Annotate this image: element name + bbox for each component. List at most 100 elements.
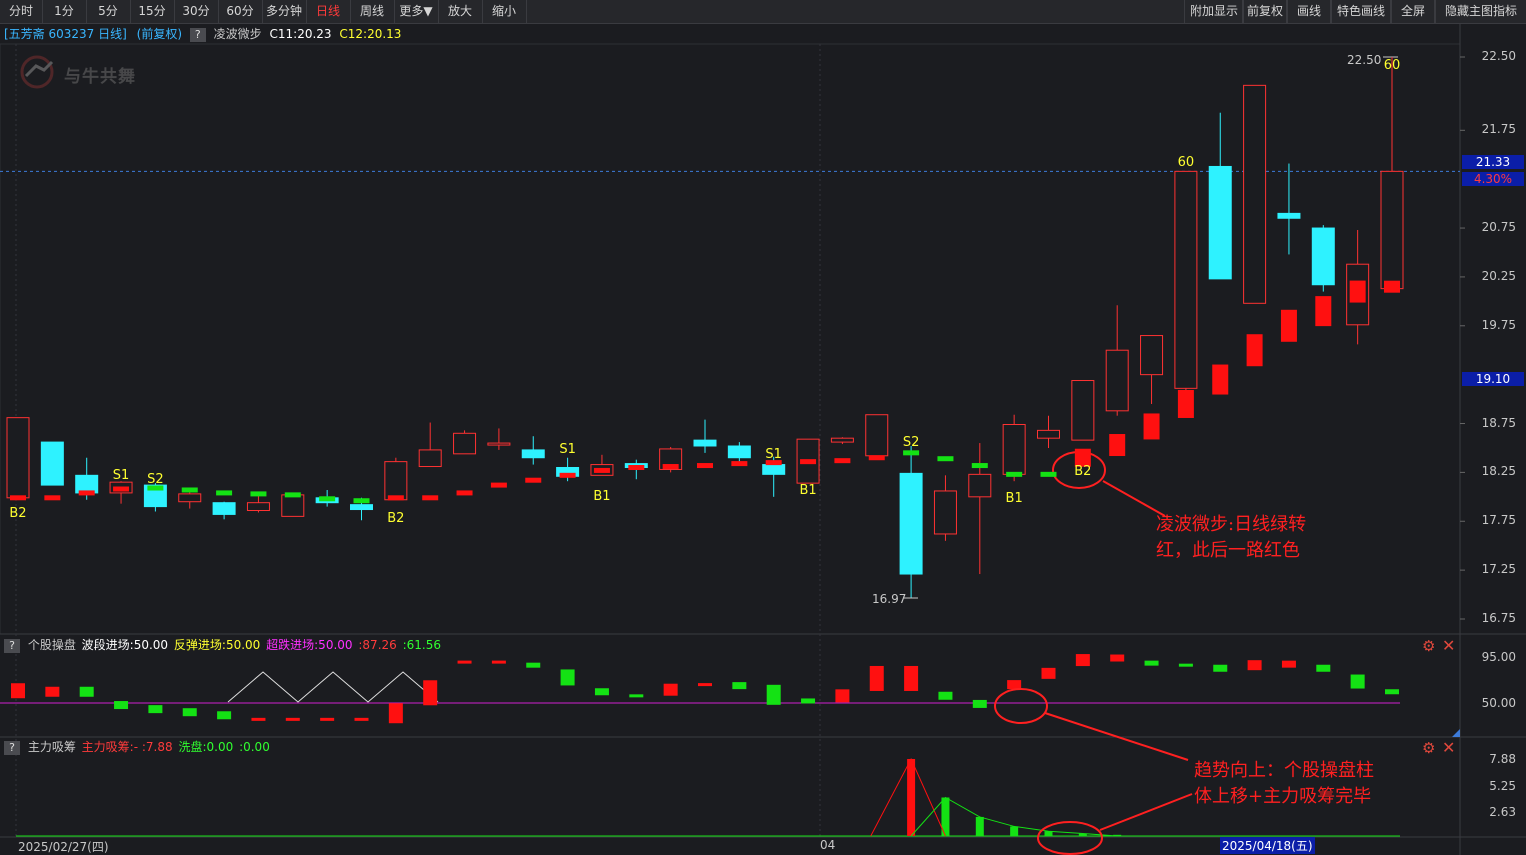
panel2-bar [148,705,163,714]
panel2-bar [1316,664,1331,672]
candle [109,481,133,504]
signal-label: S2 [903,435,920,450]
panel2-bar [423,680,438,706]
candle-body [384,461,408,501]
panel3-f1: 主力吸筹:- [81,740,139,754]
lbwb-marker [1246,334,1263,367]
lbwb-marker [250,491,267,497]
panel2-bar [1178,663,1193,667]
panel3-close-icon[interactable]: ✕ [1442,738,1455,757]
last-price-tag: 21.33 [1462,155,1524,169]
candle [40,441,64,486]
panel3-settings-gear-icon[interactable]: ⚙ [1422,739,1435,757]
panel-resize-handle-icon[interactable] [1452,729,1460,737]
panel2-bar [629,694,644,698]
panel2-f2: 反弹进场:50.00 [173,638,261,652]
candle-body [762,464,786,475]
low-price-label: 16.97 [872,592,907,606]
candle-body [1208,165,1232,280]
panel2-bar [869,665,884,691]
panel2-f5: :61.56 [402,638,442,652]
lbwb-marker [1212,364,1229,395]
lbwb-marker [559,472,576,478]
lbwb-marker [593,467,610,473]
lbwb-marker [422,495,439,501]
candle [1380,57,1404,290]
candle [453,430,477,455]
kline-chart[interactable]: B2 S1 S2 B2 S1 B1 S1 B1 S2 B1 B2 60 60 [0,0,1526,855]
panel2-bar [1247,660,1262,671]
signal-label: B2 [1074,464,1091,479]
panel3-tick-1: 7.88 [1489,752,1516,766]
panel2-bar [491,660,506,664]
change-pct-tag: 4.30% [1462,172,1524,186]
candle [1002,414,1026,482]
candle [1071,380,1095,441]
panel2-bar [594,688,609,696]
panel2-bar [217,711,232,720]
panel2-bar [835,689,850,703]
candle [899,446,923,598]
candle [212,501,236,520]
lbwb-marker [697,463,713,469]
lbwb-marker [1006,471,1023,477]
lbwb-marker [937,456,954,462]
annotation-1-line1: 凌波微步:日线绿转 [1156,514,1307,535]
signal-label: B2 [9,506,26,521]
panel2-bar [1007,680,1022,690]
panel3-f2: :7.88 [141,740,173,754]
panel3-name: 主力吸筹 [27,740,76,754]
lbwb-marker [628,465,645,471]
panel2-f1: 波段进场:50.00 [81,638,169,652]
candle-body [1071,380,1095,441]
candle [178,491,202,509]
lbwb-marker [903,450,920,456]
panel2-bar [11,683,25,699]
candle-body [1380,170,1404,290]
candle-body [899,472,923,575]
lbwb-marker [868,455,885,461]
candle-body [487,442,511,446]
panel2-bar [766,684,781,705]
candle [1243,84,1267,304]
annotation-2: 趋势向上：个股操盘柱 体上移+主力吸筹完毕 [1194,758,1374,810]
candle-body [830,437,854,443]
signal-label: S1 [113,468,130,483]
candle [1311,225,1335,292]
candle-body [453,432,477,455]
lbwb-marker [319,496,336,502]
candle [693,419,717,453]
panel2-bar [457,660,472,664]
cursor-price-tag: 19.10 [1462,372,1524,386]
candle [1037,415,1060,448]
candle-body [178,493,202,503]
candle-body [1174,170,1198,389]
panel2-bar [1075,654,1090,667]
main-axis-tick: 18.25 [1481,464,1516,479]
panel2-help-button[interactable]: ? [4,638,20,653]
highlight-circle-panel3 [1037,821,1103,855]
panel2-settings-gear-icon[interactable]: ⚙ [1422,637,1435,655]
candle-body [693,439,717,447]
panel2-close-icon[interactable]: ✕ [1442,636,1455,655]
lbwb-marker [1384,280,1400,293]
lbwb-marker [44,495,61,501]
lbwb-marker [216,490,233,496]
main-axis-tick: 17.75 [1481,513,1516,528]
panel2-bar [904,665,919,691]
signal-label: 60 [1384,58,1401,73]
candle-body [1105,349,1129,412]
candle-body [1140,335,1164,376]
lbwb-marker [525,477,542,483]
panel3-help-button[interactable]: ? [4,740,20,755]
panel2-bar [388,703,403,724]
panel2-bar [732,682,747,690]
lbwb-marker [10,495,26,501]
candle-body [75,474,99,494]
lbwb-marker [971,463,988,469]
annotation-2-line2: 体上移+主力吸筹完毕 [1194,786,1372,807]
panel2-bar [526,662,541,668]
candle [281,494,305,517]
panel2-bar [79,686,94,697]
panel2-tick-50: 50.00 [1481,696,1516,710]
